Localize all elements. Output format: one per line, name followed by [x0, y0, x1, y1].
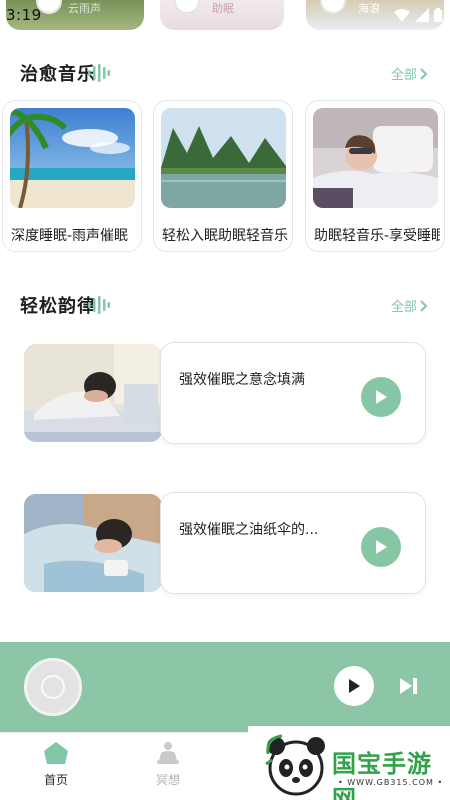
rhythm-title: 强效催眠之油纸伞的...: [179, 522, 319, 538]
healing-music-header: 治愈音乐 全部: [0, 58, 450, 88]
see-all-link[interactable]: 全部: [391, 296, 428, 315]
chevron-right-icon: [420, 67, 428, 80]
top-cards-strip: 云雨声 助眠 海浪 3:19: [0, 0, 450, 34]
play-icon: [376, 540, 387, 554]
music-card-title: 深度睡眠-雨声催眠: [11, 228, 129, 244]
meditation-icon: [157, 742, 179, 764]
rhythm-list-item[interactable]: 强效催眠之意念填满: [24, 342, 426, 444]
top-card-3-label: 海浪: [358, 2, 380, 15]
beach-image: [10, 108, 135, 208]
rhythm-card[interactable]: 强效催眠之意念填满: [160, 342, 426, 444]
music-card[interactable]: 轻松入眠助眠轻音乐: [153, 100, 293, 252]
karst-lake-image: [161, 108, 286, 208]
rhythm-card[interactable]: 强效催眠之油纸伞的...: [160, 492, 426, 594]
boy-sleeping-bed-image: [24, 494, 162, 592]
status-icons: [394, 8, 442, 22]
play-icon: [376, 390, 387, 404]
status-time: 3:19: [6, 6, 42, 24]
section-title: 轻松韵律: [20, 296, 96, 317]
tab-meditation[interactable]: 冥想: [138, 741, 198, 788]
play-button[interactable]: [361, 527, 401, 567]
music-card[interactable]: 深度睡眠-雨声催眠: [2, 100, 142, 252]
top-card-1-label: 云雨声: [68, 2, 101, 15]
top-card-2-label: 助眠: [212, 2, 234, 15]
play-icon: [349, 679, 360, 693]
battery-icon: [434, 8, 442, 22]
tab-home-label: 首页: [43, 773, 68, 787]
music-card-title: 轻松入眠助眠轻音乐: [162, 228, 288, 244]
rhythm-list-item[interactable]: 强效催眠之油纸伞的...: [24, 492, 426, 594]
music-card[interactable]: 助眠轻音乐-享受睡眠: [305, 100, 445, 252]
play-button[interactable]: [361, 377, 401, 417]
tab-meditation-label: 冥想: [155, 773, 180, 787]
see-all-link[interactable]: 全部: [391, 64, 428, 83]
man-sleeping-desk-image: [24, 344, 162, 442]
relaxing-rhythm-header: 轻松韵律 全部: [0, 290, 450, 320]
sound-wave-icon: [88, 296, 110, 314]
wifi-icon: [394, 9, 410, 22]
top-card-2[interactable]: 助眠: [160, 0, 284, 30]
home-icon: [44, 742, 68, 764]
play-circle-icon: [320, 0, 346, 14]
chevron-right-icon: [420, 299, 428, 312]
see-all-label: 全部: [390, 300, 417, 315]
see-all-label: 全部: [390, 68, 417, 83]
watermark-url: • WWW.GB315.COM •: [338, 778, 444, 787]
section-title: 治愈音乐: [20, 64, 96, 85]
watermark-brand: 国宝手游网: [332, 750, 432, 800]
skip-next-icon[interactable]: [398, 675, 420, 697]
mini-player: [0, 642, 450, 732]
album-disc-icon[interactable]: [24, 658, 82, 716]
play-circle-icon: [174, 0, 200, 14]
disc-center: [41, 675, 65, 699]
music-card-title: 助眠轻音乐-享受睡眠: [314, 228, 440, 244]
player-play-button[interactable]: [334, 666, 374, 706]
panda-logo-icon: [265, 734, 325, 796]
rhythm-title: 强效催眠之意念填满: [179, 372, 305, 388]
sleeping-woman-image: [313, 108, 438, 208]
sound-wave-icon: [88, 64, 110, 82]
signal-icon: [415, 8, 429, 22]
tab-home[interactable]: 首页: [26, 741, 86, 788]
watermark-logo: 国宝手游网 • WWW.GB315.COM •: [248, 726, 450, 800]
